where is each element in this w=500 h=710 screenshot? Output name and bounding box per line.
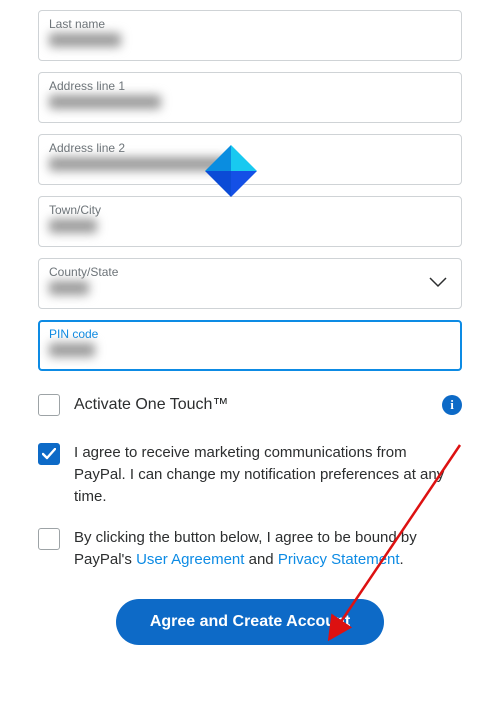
pin-value xyxy=(49,343,95,357)
last-name-value xyxy=(49,33,121,47)
address1-label: Address line 1 xyxy=(49,79,451,93)
marketing-row: I agree to receive marketing communicati… xyxy=(38,442,462,507)
terms-row: By clicking the button below, I agree to… xyxy=(38,527,462,571)
terms-suffix: . xyxy=(400,551,404,568)
info-icon[interactable]: i xyxy=(442,395,462,415)
address1-field[interactable]: Address line 1 xyxy=(38,72,462,123)
address2-value xyxy=(49,157,229,171)
last-name-label: Last name xyxy=(49,17,451,31)
onetouch-row: Activate One Touch™ i xyxy=(38,393,462,416)
marketing-label: I agree to receive marketing communicati… xyxy=(74,442,462,507)
privacy-statement-link[interactable]: Privacy Statement xyxy=(278,551,400,568)
marketing-checkbox[interactable] xyxy=(38,443,60,465)
user-agreement-link[interactable]: User Agreement xyxy=(136,551,244,568)
pin-field[interactable]: PIN code xyxy=(38,320,462,371)
pin-label: PIN code xyxy=(49,327,451,341)
logo-icon xyxy=(205,145,257,197)
county-select[interactable]: County/State xyxy=(38,258,462,309)
onetouch-label: Activate One Touch™ xyxy=(74,393,428,416)
button-row: Agree and Create Account xyxy=(38,599,462,645)
onetouch-checkbox[interactable] xyxy=(38,394,60,416)
terms-checkbox[interactable] xyxy=(38,528,60,550)
terms-mid: and xyxy=(244,551,277,568)
terms-label: By clicking the button below, I agree to… xyxy=(74,527,462,571)
agree-create-account-button[interactable]: Agree and Create Account xyxy=(116,599,384,645)
chevron-down-icon xyxy=(429,275,447,293)
check-icon xyxy=(42,448,56,460)
address1-value xyxy=(49,95,161,109)
town-field[interactable]: Town/City xyxy=(38,196,462,247)
town-value xyxy=(49,219,97,233)
town-label: Town/City xyxy=(49,203,451,217)
county-label: County/State xyxy=(49,265,451,279)
last-name-field[interactable]: Last name xyxy=(38,10,462,61)
county-value xyxy=(49,281,89,295)
